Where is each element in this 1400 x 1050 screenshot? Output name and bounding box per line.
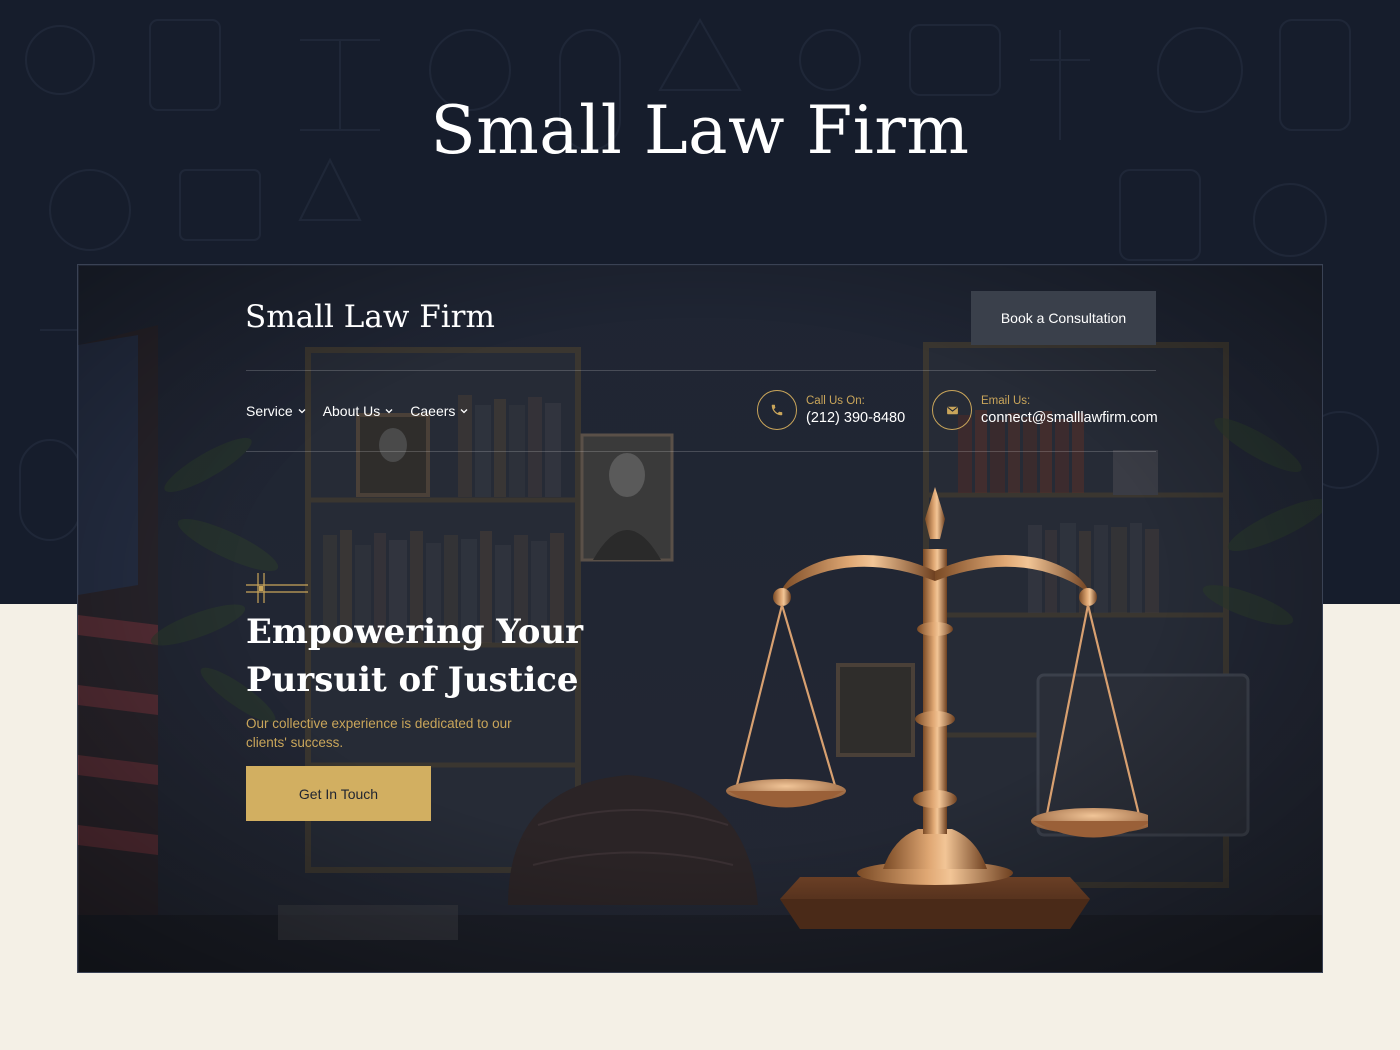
hero-title: Empowering Your Pursuit of Justice [246,608,586,704]
hero-subtitle: Our collective experience is dedicated t… [246,716,512,750]
nav-item-label: Service [246,403,293,419]
hero-title-line-1: Empowering Your [246,612,584,652]
email-address: connect@smalllawfirm.com [981,409,1158,426]
get-in-touch-button[interactable]: Get In Touch [246,766,431,821]
phone-icon [757,390,797,430]
nav-item-careers[interactable]: Caeers [410,403,469,419]
header-divider [246,370,1156,371]
nav-item-about-us[interactable]: About Us [323,403,395,419]
gold-ornament-icon [246,573,308,603]
nav-item-label: About Us [322,403,381,419]
scales-of-justice-image [726,487,1148,929]
chevron-down-icon [460,409,468,414]
main-nav: Service About Us Caeers [246,403,469,419]
book-consultation-button[interactable]: Book a Consultation [971,291,1156,345]
nav-divider [246,451,1156,452]
phone-label: Call Us On: [806,394,865,407]
chevron-down-icon [385,409,393,414]
site-logo[interactable]: Small Law Firm [245,299,495,335]
email-label: Email Us: [981,394,1031,407]
mail-icon [932,390,972,430]
nav-item-service[interactable]: Service [246,403,307,419]
hero-title-line-2: Pursuit of Justice [246,660,579,700]
website-mockup: Small Law Firm Book a Consultation Servi… [77,264,1323,973]
contact-email[interactable]: Email Us: connect@smalllawfirm.com [932,390,1158,430]
contact-phone[interactable]: Call Us On: (212) 390-8480 [757,390,905,430]
chevron-down-icon [298,409,306,414]
nav-item-label: Caeers [410,403,456,419]
phone-number: (212) 390-8480 [806,409,906,426]
showcase-title: Small Law Firm [430,92,970,169]
